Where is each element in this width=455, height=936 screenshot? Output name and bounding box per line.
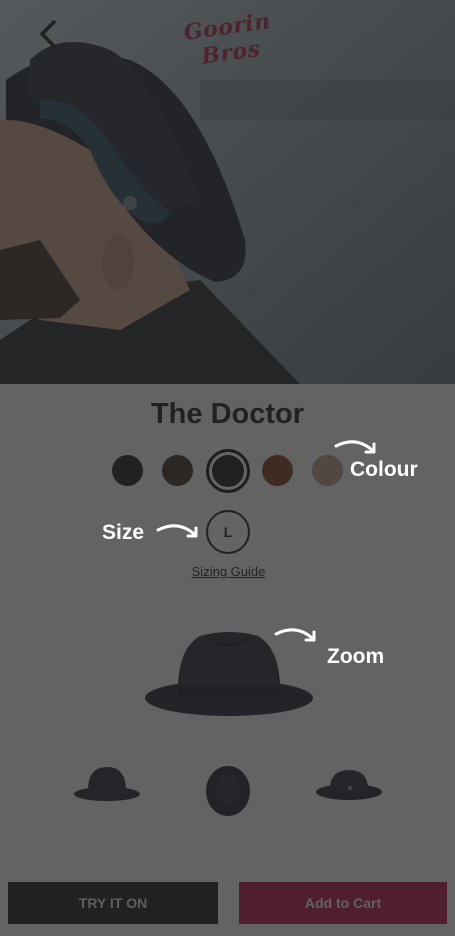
colour-hint-label: Colour (350, 458, 418, 481)
swatch-navy-selected[interactable] (206, 449, 250, 493)
swatch-brown[interactable] (162, 455, 193, 486)
add-to-cart-button[interactable]: Add to Cart (239, 882, 447, 924)
thumbnail-top-view[interactable] (204, 764, 252, 818)
swatch-rust-fill (262, 455, 293, 486)
size-selector-L[interactable]: L (206, 510, 250, 554)
brand-logo: Goorin Bros (160, 8, 298, 70)
thumbnail-side-view[interactable] (72, 764, 142, 804)
size-label: L (223, 524, 233, 540)
product-title: The Doctor (150, 398, 305, 430)
back-button[interactable] (34, 16, 66, 52)
size-hint-arrow-icon (156, 524, 198, 538)
swatch-brown-fill (162, 455, 193, 486)
sizing-guide-link[interactable]: Sizing Guide (0, 564, 455, 579)
zoom-hint-arrow-icon (274, 628, 316, 642)
try-it-on-button[interactable]: TRY IT ON (8, 882, 218, 924)
swatch-black-fill (112, 455, 143, 486)
swatch-rust[interactable] (262, 455, 293, 486)
chevron-left-icon (39, 20, 56, 48)
thumbnail-front-view[interactable] (314, 768, 384, 804)
zoom-hint-label: Zoom (327, 645, 385, 668)
hero-image: Goorin Bros (0, 0, 455, 384)
size-hint-label: Size (102, 521, 145, 544)
swatch-navy-fill (212, 455, 244, 487)
swatch-black[interactable] (112, 455, 143, 486)
